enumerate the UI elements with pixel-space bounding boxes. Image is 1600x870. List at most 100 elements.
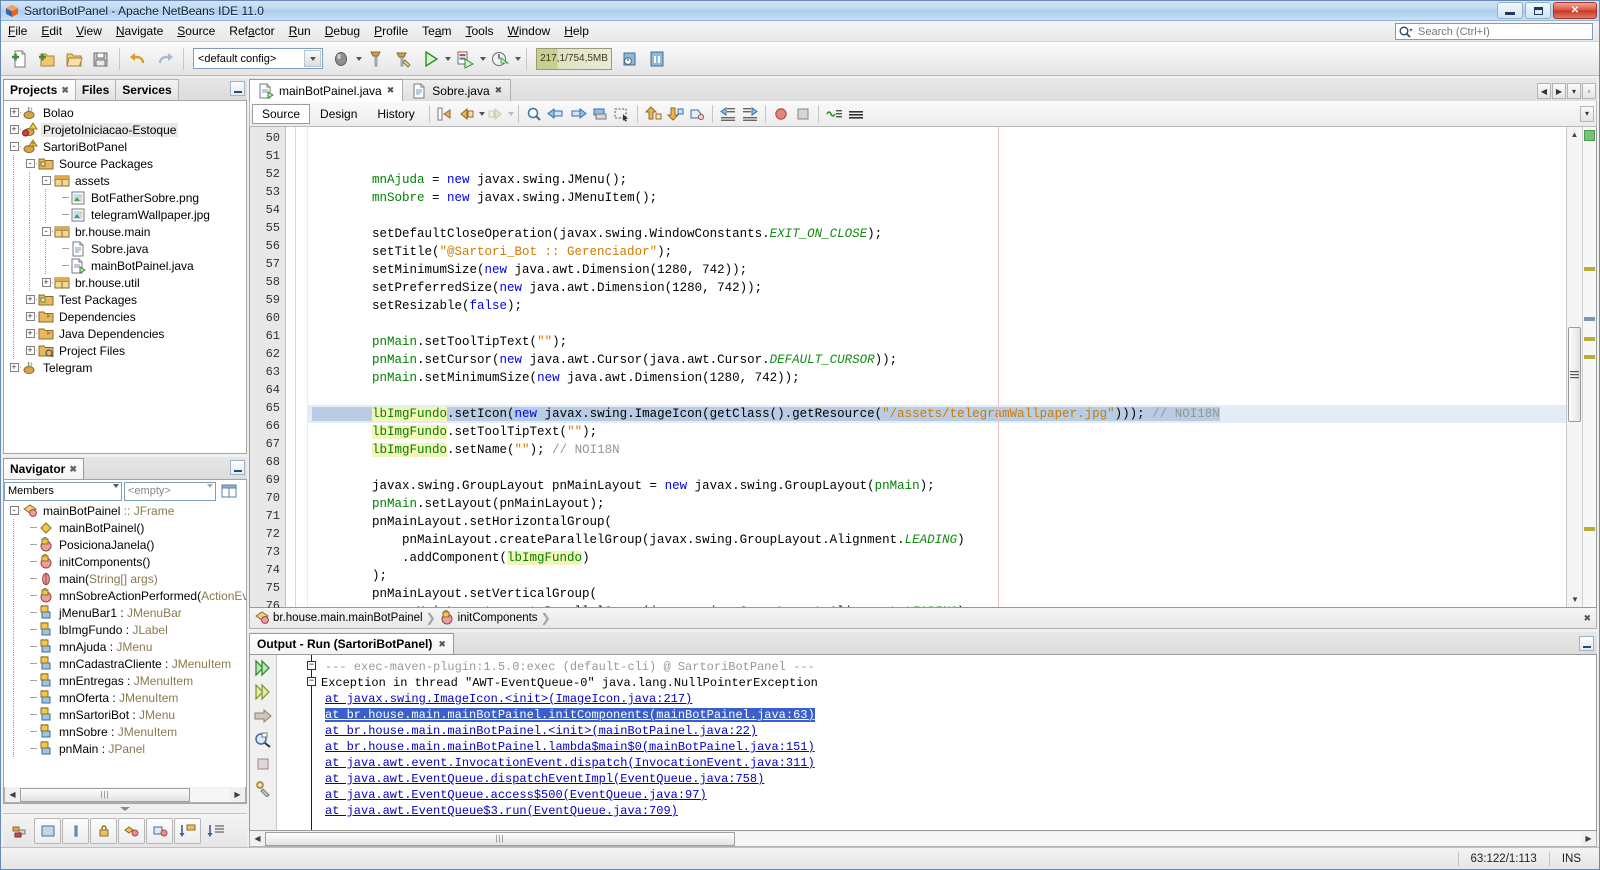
code-line[interactable]: setPreferredSize(new java.awt.Dimension(…: [308, 279, 1566, 297]
minimize-button[interactable]: [1497, 2, 1523, 19]
save-all-button[interactable]: [88, 46, 114, 72]
navigator-member[interactable]: jMenuBar1 : JMenuBar: [4, 604, 246, 621]
code-line[interactable]: pnMain.setMinimumSize(new java.awt.Dimen…: [308, 369, 1566, 387]
filter-icon[interactable]: [6, 818, 33, 844]
code-line[interactable]: pnMain.setLayout(pnMainLayout);: [308, 495, 1566, 513]
breadcrumb-item[interactable]: initComponents ❯: [439, 610, 551, 626]
open-project-button[interactable]: [61, 46, 87, 72]
scroll-thumb[interactable]: |||: [20, 787, 190, 802]
maximize-button[interactable]: [1525, 2, 1551, 19]
tree-node[interactable]: - SartoriBotPanel: [4, 138, 246, 155]
code-line[interactable]: setMinimumSize(new java.awt.Dimension(12…: [308, 261, 1566, 279]
code-line[interactable]: setResizable(false);: [308, 297, 1566, 315]
scroll-up-icon[interactable]: ▲: [1567, 127, 1582, 142]
output-line[interactable]: at br.house.main.mainBotPainel.lambda$ma…: [277, 739, 1596, 755]
output-line[interactable]: at java.awt.EventQueue$3.run(EventQueue.…: [277, 803, 1596, 819]
stack-trace-link[interactable]: at br.house.main.mainBotPainel.lambda$ma…: [325, 740, 815, 754]
code-line[interactable]: pnMain.setCursor(new java.awt.Cursor(jav…: [308, 351, 1566, 369]
menu-edit[interactable]: Edit: [34, 22, 69, 41]
tree-expander[interactable]: +: [6, 359, 22, 376]
run-project-button[interactable]: [417, 46, 443, 72]
find-selection-icon[interactable]: [523, 103, 545, 125]
code-editor[interactable]: 50 51 52 53 54 55 56 57 58 59 60 61 62 63 64 65 66 67 68 69…: [249, 127, 1597, 613]
next-bookmark-icon[interactable]: [567, 103, 589, 125]
tab-list-button[interactable]: ▾: [1567, 83, 1581, 99]
shift-right-icon[interactable]: [739, 103, 761, 125]
error-stripe-bar[interactable]: [1582, 127, 1596, 607]
warning-mark[interactable]: [1584, 267, 1595, 271]
navigator-member[interactable]: mainBotPainel(): [4, 519, 246, 536]
tree-expander[interactable]: +: [38, 274, 54, 291]
navigator-member[interactable]: lbImgFundo : JLabel: [4, 621, 246, 638]
stack-trace-link[interactable]: at br.house.main.mainBotPainel.initCompo…: [325, 708, 815, 722]
navigator-member[interactable]: mnSartoriBot : JMenu: [4, 706, 246, 723]
output-line[interactable]: at br.house.main.mainBotPainel.initCompo…: [277, 707, 1596, 723]
main-project-chevron-icon[interactable]: [356, 56, 362, 61]
tree-node[interactable]: + br.house.util: [4, 274, 246, 291]
rerun-with-different-params-button[interactable]: [252, 682, 274, 702]
goto-source-button[interactable]: [252, 706, 274, 726]
search-box[interactable]: [1395, 23, 1593, 40]
build-project-button[interactable]: [363, 46, 389, 72]
minimize-output-button[interactable]: [1579, 636, 1594, 651]
stack-trace-link[interactable]: at javax.swing.ImageIcon.<init>(ImageIco…: [325, 692, 692, 706]
tree-node[interactable]: - br.house.main: [4, 223, 246, 240]
undo-button[interactable]: [125, 46, 151, 72]
code-line[interactable]: pnMainLayout.setHorizontalGroup(: [308, 513, 1566, 531]
stack-trace-link[interactable]: at java.awt.EventQueue$3.run(EventQueue.…: [325, 804, 678, 818]
code-line[interactable]: setDefaultCloseOperation(javax.swing.Win…: [308, 225, 1566, 243]
project-config-select[interactable]: <default config>: [193, 48, 323, 69]
next-tab-button[interactable]: ▶: [1552, 83, 1566, 99]
code-line[interactable]: pnMainLayout.createParallelGroup(javax.s…: [308, 603, 1566, 607]
editor-toolbar-expand-button[interactable]: ▾: [1580, 105, 1594, 122]
settings-button[interactable]: [252, 778, 274, 798]
back-button[interactable]: [456, 103, 478, 125]
occurrence-mark[interactable]: [1584, 317, 1595, 321]
show-fields-button[interactable]: [62, 817, 89, 844]
tree-expander[interactable]: +: [22, 291, 38, 308]
tree-node[interactable]: + Telegram: [4, 359, 246, 376]
navigator-member[interactable]: - mainBotPainel :: JFrame: [4, 502, 246, 519]
warning-mark-2[interactable]: [1584, 337, 1595, 341]
editor-vertical-scrollbar[interactable]: ▲ ▼: [1566, 127, 1582, 607]
maximize-editor-button[interactable]: ▫: [1582, 83, 1596, 99]
toggle-highlight-icon[interactable]: [686, 103, 708, 125]
tree-node[interactable]: mainBotPainel.java: [4, 257, 246, 274]
code-line[interactable]: pnMainLayout.createParallelGroup(javax.s…: [308, 531, 1566, 549]
code-line[interactable]: .addComponent(lbImgFundo): [308, 549, 1566, 567]
new-file-button[interactable]: [7, 46, 33, 72]
insert-mode-indicator[interactable]: INS: [1548, 851, 1593, 866]
navigator-member[interactable]: mnCadastraCliente : JMenuItem: [4, 655, 246, 672]
tree-node[interactable]: + Project Files: [4, 342, 246, 359]
rerun-button[interactable]: [252, 658, 274, 678]
navigator-member[interactable]: mnEntregas : JMenuItem: [4, 672, 246, 689]
code-line[interactable]: pnMain.setToolTipText("");: [308, 333, 1566, 351]
code-line[interactable]: mnAjuda = new javax.swing.JMenu();: [308, 171, 1566, 189]
scroll-right-icon[interactable]: ▶: [1581, 832, 1596, 846]
code-line[interactable]: [308, 315, 1566, 333]
previous-tab-button[interactable]: ◀: [1537, 83, 1551, 99]
code-line[interactable]: lbImgFundo.setName(""); // NOI18N: [308, 441, 1566, 459]
tree-expander[interactable]: +: [22, 308, 38, 325]
code-line[interactable]: [308, 387, 1566, 405]
stop-button[interactable]: [252, 754, 274, 774]
code-line[interactable]: pnMainLayout.setVerticalGroup(: [308, 585, 1566, 603]
run-chevron-icon[interactable]: [445, 56, 451, 61]
scroll-right-icon[interactable]: ▶: [230, 788, 245, 802]
warning-mark-3[interactable]: [1584, 355, 1595, 359]
tree-expander[interactable]: -: [6, 502, 22, 519]
menu-navigate[interactable]: Navigate: [109, 22, 170, 41]
editor-scroll-thumb[interactable]: [1568, 327, 1581, 422]
menu-team[interactable]: Team: [415, 22, 458, 41]
chevron-down-icon[interactable]: [112, 483, 119, 500]
annotation-margin[interactable]: [286, 127, 296, 607]
minimize-window-button[interactable]: [230, 81, 245, 96]
redo-button[interactable]: [152, 46, 178, 72]
show-inherited-members-button[interactable]: [146, 817, 173, 844]
navigator-member[interactable]: mnOferta : JMenuItem: [4, 689, 246, 706]
menu-file[interactable]: File: [1, 22, 34, 41]
output-line[interactable]: at java.awt.event.InvocationEvent.dispat…: [277, 755, 1596, 771]
menu-view[interactable]: View: [69, 22, 109, 41]
breadcrumb-item[interactable]: br.house.main.mainBotPainel ❯: [254, 610, 436, 626]
tree-node[interactable]: + Java Dependencies: [4, 325, 246, 342]
